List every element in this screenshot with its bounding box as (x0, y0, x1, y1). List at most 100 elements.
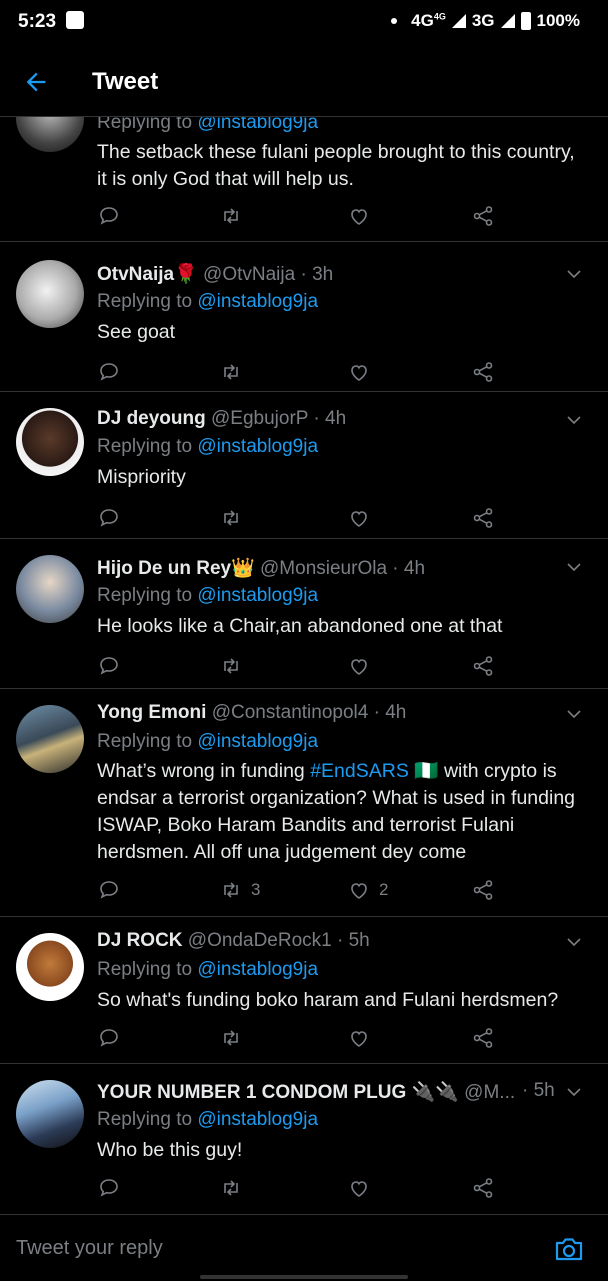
chevron-down-icon[interactable] (566, 266, 582, 282)
user-handle[interactable]: @OtvNaija (203, 264, 295, 285)
chevron-down-icon[interactable] (566, 559, 582, 575)
tweet-item[interactable]: DJ ROCK @OndaDeRock1 · 5h Replying to @i… (0, 917, 608, 1064)
reply-mention-link[interactable]: @instablog9ja (197, 1109, 318, 1130)
share-icon (473, 1178, 493, 1198)
tweet-item[interactable]: Yong Emoni @Constantinopol4 · 4h Replyin… (0, 689, 608, 917)
notification-icon (66, 11, 84, 29)
avatar[interactable] (16, 260, 84, 328)
reply-composer: Tweet your reply (0, 1214, 608, 1281)
reply-button[interactable] (97, 1026, 121, 1050)
share-button[interactable] (471, 1176, 495, 1200)
avatar[interactable] (16, 555, 84, 623)
retweet-icon (224, 658, 238, 674)
display-name[interactable]: Hijo De un Rey👑 (97, 558, 255, 579)
replying-to: Replying to @instablog9ja (97, 585, 318, 607)
tweet-text: The setback these fulani people brought … (97, 141, 575, 190)
retweet-button[interactable] (219, 1026, 251, 1050)
chevron-down-icon[interactable] (566, 412, 582, 428)
display-name[interactable]: Yong Emoni (97, 702, 206, 723)
display-name[interactable]: OtvNaija🌹 (97, 264, 198, 285)
display-name[interactable]: YOUR NUMBER 1 CONDOM PLUG 🔌🔌 (97, 1082, 459, 1103)
reply-mention-link[interactable]: @instablog9ja (197, 731, 318, 752)
share-button[interactable] (471, 878, 495, 902)
tweet-item[interactable]: Hijo De un Rey👑 @MonsieurOla · 4h Replyi… (0, 539, 608, 689)
replying-to: Replying to @instablog9ja (97, 1109, 318, 1131)
tweet-actions (97, 204, 517, 230)
retweet-icon (224, 208, 238, 224)
user-handle[interactable]: @Constantinopol4 (212, 702, 369, 723)
tweet-actions (97, 1026, 517, 1052)
share-button[interactable] (471, 506, 495, 530)
tweet-actions (97, 654, 517, 680)
avatar[interactable] (16, 705, 84, 773)
top-app-bar: Tweet (0, 44, 608, 117)
reply-button[interactable] (97, 1176, 121, 1200)
arrow-left-icon[interactable] (22, 68, 50, 96)
retweet-icon (224, 364, 238, 380)
retweet-button[interactable] (219, 654, 251, 678)
tweet-actions (97, 360, 517, 386)
tweet-time: · 5h (337, 930, 370, 951)
avatar[interactable] (16, 933, 84, 1001)
share-button[interactable] (471, 204, 495, 228)
display-name[interactable]: DJ ROCK (97, 930, 183, 951)
display-name[interactable]: DJ deyoung (97, 408, 206, 429)
retweet-icon (224, 1180, 238, 1196)
heart-icon (351, 1031, 367, 1047)
user-handle[interactable]: @MonsieurOla (260, 558, 387, 579)
comment-icon (100, 1179, 118, 1197)
user-handle[interactable]: @EgbujorP (211, 408, 308, 429)
heart-icon (351, 883, 367, 899)
avatar[interactable] (16, 408, 84, 476)
reply-button[interactable] (97, 878, 121, 902)
tweet-time: · 4h (373, 702, 407, 723)
share-button[interactable] (471, 360, 495, 384)
tweet-item[interactable]: DJ deyoung @EgbujorP · 4h Replying to @i… (0, 392, 608, 539)
reply-mention-link[interactable]: @instablog9ja (197, 959, 318, 980)
like-button[interactable] (347, 1026, 379, 1050)
retweet-button[interactable] (219, 506, 251, 530)
comment-icon (100, 363, 118, 381)
retweet-button[interactable] (219, 360, 251, 384)
reply-mention-link[interactable]: @instablog9ja (197, 436, 318, 457)
heart-icon (351, 365, 367, 381)
tweet-time: · 3h (300, 264, 334, 285)
tweet-item[interactable]: YOUR NUMBER 1 CONDOM PLUG 🔌🔌 @M... · 5h … (0, 1064, 608, 1217)
reply-button[interactable] (97, 506, 121, 530)
reply-mention-link[interactable]: @instablog9ja (197, 291, 318, 312)
tweet-item[interactable]: OtvNaija🌹 @OtvNaija · 3h Replying to @in… (0, 242, 608, 392)
network-4g: 4G4G (411, 11, 446, 30)
status-bar: 5:23 4G4G 3G 100% (0, 0, 608, 44)
reply-button[interactable] (97, 654, 121, 678)
hashtag-link[interactable]: #EndSARS (310, 760, 409, 782)
user-handle[interactable]: @M... (464, 1082, 515, 1103)
chevron-down-icon[interactable] (566, 706, 582, 722)
like-button[interactable]: 2 (347, 878, 388, 902)
chevron-down-icon[interactable] (566, 1084, 582, 1100)
reply-button[interactable] (97, 360, 121, 384)
avatar[interactable] (16, 1080, 84, 1148)
like-button[interactable] (347, 204, 379, 228)
user-handle[interactable]: @OndaDeRock1 (188, 930, 332, 951)
reply-mention-link[interactable]: @instablog9ja (197, 585, 318, 606)
retweet-button[interactable]: 3 (219, 878, 260, 902)
share-button[interactable] (471, 1026, 495, 1050)
camera-icon[interactable] (554, 1235, 584, 1263)
reply-button[interactable] (97, 204, 121, 228)
retweet-button[interactable] (219, 204, 251, 228)
like-button[interactable] (347, 1176, 379, 1200)
battery-icon (520, 12, 531, 30)
share-icon (473, 1028, 493, 1048)
heart-icon (351, 1181, 367, 1197)
chevron-down-icon[interactable] (566, 934, 582, 950)
like-button[interactable] (347, 506, 379, 530)
share-button[interactable] (471, 654, 495, 678)
tweet-actions (97, 506, 517, 532)
tweet-header: Yong Emoni @Constantinopol4 · 4h (97, 702, 406, 724)
like-button[interactable] (347, 360, 379, 384)
like-button[interactable] (347, 654, 379, 678)
retweet-icon (224, 1030, 238, 1046)
replying-label: Replying to (97, 959, 193, 980)
retweet-button[interactable] (219, 1176, 251, 1200)
reply-input[interactable]: Tweet your reply (16, 1237, 163, 1260)
